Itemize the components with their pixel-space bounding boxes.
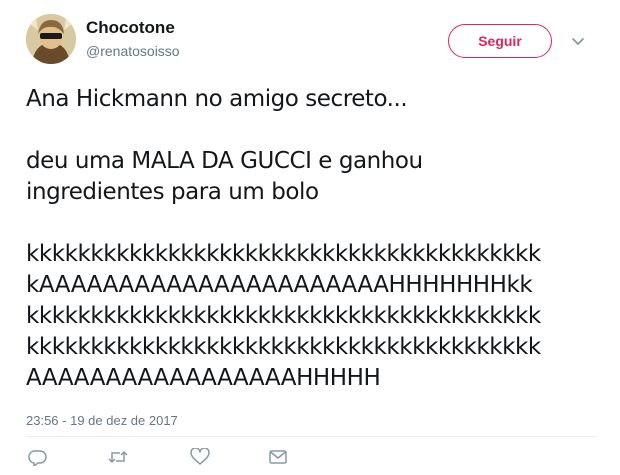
display-name[interactable]: Chocotone xyxy=(86,18,175,38)
tweet-text: Ana Hickmann no amigo secreto... deu uma… xyxy=(26,84,606,394)
tweet-line: kkkkkkkkkkkkkkkkkkkkkkkkkkkkkkkkkkkkkkkk xyxy=(26,303,541,329)
tweet-line: ingredientes para um bolo xyxy=(26,179,319,205)
tweet-line: kkkkkkkkkkkkkkkkkkkkkkkkkkkkkkkkkkkkkkkk xyxy=(26,241,541,267)
user-handle[interactable]: @renatosoisso xyxy=(86,43,180,59)
message-icon[interactable] xyxy=(268,448,288,466)
avatar[interactable] xyxy=(26,14,76,64)
divider xyxy=(26,436,596,437)
like-icon[interactable] xyxy=(190,448,210,466)
tweet-line: deu uma MALA DA GUCCI e ganhou xyxy=(26,148,423,174)
tweet-timestamp[interactable]: 23:56 - 19 de dez de 2017 xyxy=(26,413,178,428)
tweet-line: Ana Hickmann no amigo secreto... xyxy=(26,86,408,112)
tweet-line: AAAAAAAAAAAAAAAAAHHHHH xyxy=(26,365,381,391)
reply-icon[interactable] xyxy=(28,448,48,466)
tweet-line: kAAAAAAAAAAAAAAAAAAAAAAHHHHHHHkk xyxy=(26,272,533,298)
chevron-down-icon[interactable] xyxy=(570,34,586,48)
tweet-line: kkkkkkkkkkkkkkkkkkkkkkkkkkkkkkkkkkkkkkkk xyxy=(26,334,541,360)
follow-button[interactable]: Seguir xyxy=(448,24,552,58)
retweet-icon[interactable] xyxy=(108,448,128,466)
